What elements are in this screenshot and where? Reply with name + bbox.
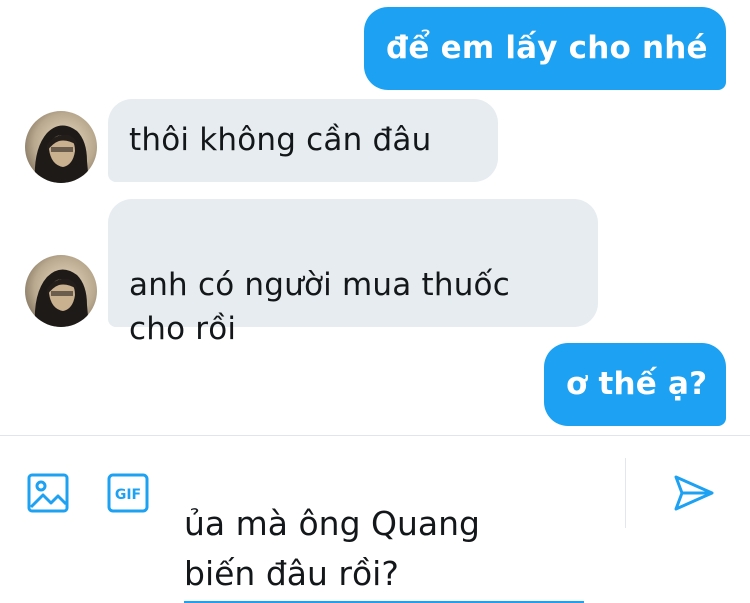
conversation-thread: để em lấy cho nhé thôi không cần đâu anh… [0,0,750,435]
gif-label: GIF [115,487,141,503]
gif-icon[interactable]: GIF [107,473,149,517]
message-input[interactable]: ủa mà ông Quang biến đâu rồi? [184,449,584,603]
message-bubble-outgoing[interactable]: để em lấy cho nhé [364,7,726,90]
avatar[interactable] [25,255,97,327]
message-composer: GIF ủa mà ông Quang biến đâu rồi? [0,435,750,603]
divider [625,458,626,528]
message-bubble-outgoing[interactable]: ơ thế ạ? [544,343,726,426]
send-icon[interactable] [672,473,716,517]
message-bubble-incoming[interactable]: anh có người mua thuốc cho rồi [108,199,598,347]
message-text: thôi không cần đâu [129,122,432,158]
message-text: anh có người mua thuốc cho rồi [129,267,510,347]
message-text: để em lấy cho nhé [386,30,708,66]
message-text: ơ thế ạ? [566,366,708,402]
message-bubble-incoming[interactable]: thôi không cần đâu [108,99,498,182]
message-input-value: ủa mà ông Quang biến đâu rồi? [184,504,481,593]
image-icon[interactable] [27,473,69,517]
avatar[interactable] [25,111,97,183]
